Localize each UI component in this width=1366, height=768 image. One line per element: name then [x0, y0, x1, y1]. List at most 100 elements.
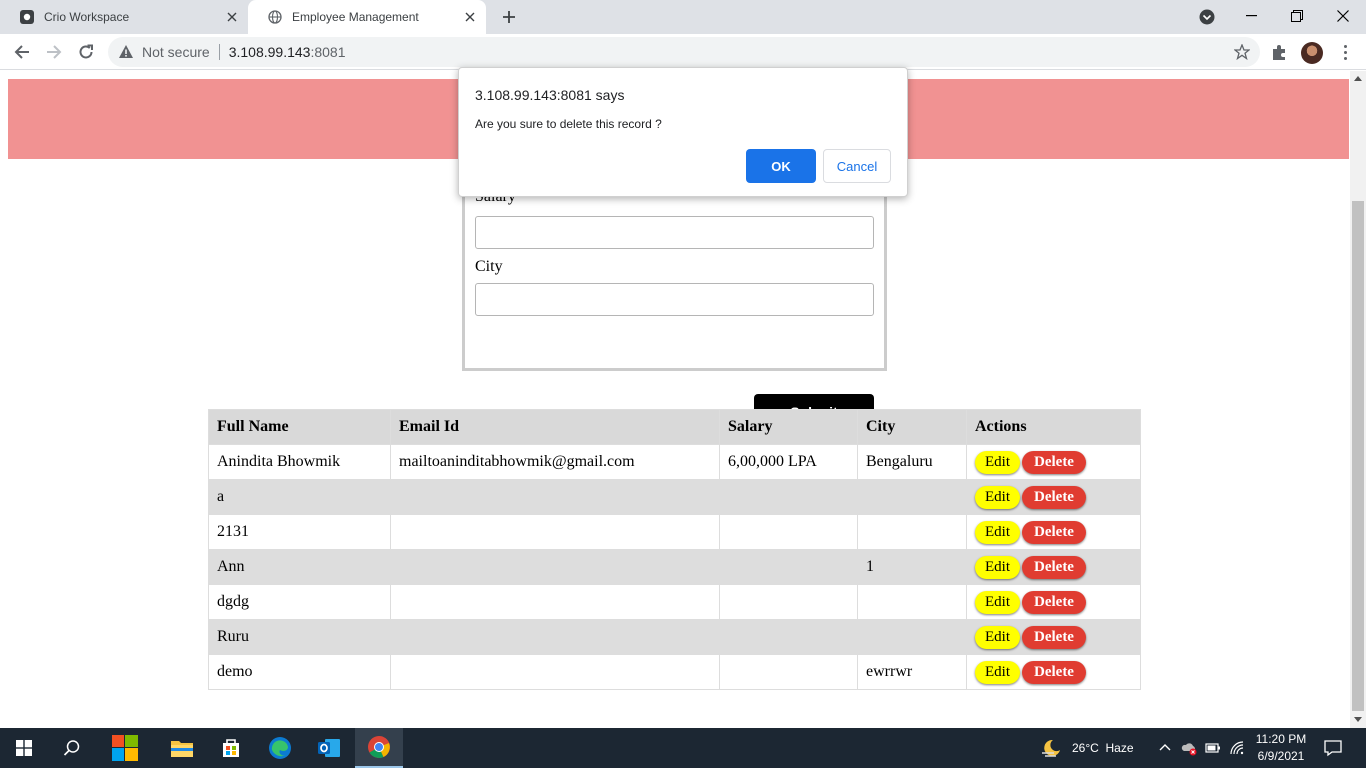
scrollbar-thumb[interactable] [1352, 201, 1364, 711]
table-cell [390, 479, 720, 515]
windows-taskbar: 26°C Haze 11:20 PM 6/9/2021 [0, 728, 1366, 768]
scroll-up-arrow-icon[interactable] [1354, 76, 1362, 81]
start-button[interactable] [0, 728, 48, 768]
table-cell [719, 549, 858, 585]
table-cell: dgdg [208, 584, 391, 620]
profile-avatar[interactable] [1301, 42, 1323, 64]
page-scrollbar[interactable] [1350, 71, 1366, 728]
column-header: Actions [966, 409, 1141, 445]
table-row: Ruru Edit Delete [208, 619, 1141, 655]
table-cell [857, 619, 967, 655]
cancel-button[interactable]: Cancel [823, 149, 891, 183]
edit-button[interactable]: Edit [975, 555, 1020, 579]
notification-center-icon[interactable] [1324, 739, 1342, 757]
tab-label: Employee Management [292, 10, 419, 24]
globe-icon [268, 10, 282, 24]
chevron-up-icon[interactable] [1157, 740, 1173, 756]
table-row: Ann 1 Edit Delete [208, 549, 1141, 585]
reload-button[interactable] [72, 38, 100, 66]
table-cell: Anindita Bhowmik [208, 444, 391, 480]
edge-browser-icon[interactable] [256, 728, 304, 768]
edit-button[interactable]: Edit [975, 590, 1020, 614]
search-icon[interactable] [48, 728, 96, 768]
table-header-row: Full Name Email Id Salary City Actions [208, 409, 1141, 445]
onedrive-error-icon[interactable] [1181, 740, 1197, 756]
store-icon[interactable] [207, 728, 255, 768]
warning-icon[interactable] [118, 44, 134, 60]
column-header: Salary [719, 409, 858, 445]
table-row: Anindita Bhowmik mailtoaninditabhowmik@gm… [208, 444, 1141, 480]
actions-cell: Edit Delete [966, 479, 1141, 515]
delete-button[interactable]: Delete [1022, 485, 1086, 509]
tab-crio-workspace[interactable]: Crio Workspace [0, 0, 248, 34]
table-row: demo ewrrwr Edit Delete [208, 654, 1141, 690]
delete-button[interactable]: Delete [1022, 555, 1086, 579]
table-cell [719, 654, 858, 690]
clock-time: 11:20 PM [1255, 732, 1307, 746]
table-cell [390, 619, 720, 655]
close-icon[interactable] [222, 7, 242, 27]
battery-icon[interactable] [1205, 740, 1221, 756]
edit-button[interactable]: Edit [975, 485, 1020, 509]
chrome-icon[interactable] [355, 728, 403, 768]
table-cell: Bengaluru [857, 444, 967, 480]
table-cell: ewrrwr [857, 654, 967, 690]
ok-button[interactable]: OK [746, 149, 816, 183]
new-tab-button[interactable] [498, 6, 520, 28]
table-cell [390, 514, 720, 550]
back-button[interactable] [8, 38, 36, 66]
table-cell [719, 584, 858, 620]
weather-widget[interactable]: 26°C Haze [1040, 728, 1134, 768]
city-input[interactable] [475, 283, 874, 316]
tab-employee-management[interactable]: Employee Management [248, 0, 486, 34]
delete-button[interactable]: Delete [1022, 660, 1086, 684]
forward-button[interactable] [40, 38, 68, 66]
table-row: dgdg Edit Delete [208, 584, 1141, 620]
city-label: City [475, 258, 503, 275]
restore-button[interactable] [1274, 0, 1320, 32]
taskbar-clock[interactable]: 11:20 PM 6/9/2021 [1250, 731, 1312, 765]
close-icon[interactable] [460, 7, 480, 27]
edit-button[interactable]: Edit [975, 660, 1020, 684]
bookmark-star-icon[interactable] [1234, 44, 1250, 60]
employee-table: Full Name Email Id Salary City Actions A… [208, 409, 1141, 690]
menu-kebab-icon[interactable] [1336, 43, 1354, 61]
edit-button[interactable]: Edit [975, 625, 1020, 649]
delete-button[interactable]: Delete [1022, 520, 1086, 544]
browser-toolbar: Not secure 3.108.99.143:8081 [0, 34, 1366, 70]
edit-button[interactable]: Edit [975, 450, 1020, 474]
weather-text: 26°C Haze [1072, 741, 1134, 755]
colorful-app-icon[interactable] [101, 728, 149, 768]
edit-button[interactable]: Edit [975, 520, 1020, 544]
actions-cell: Edit Delete [966, 584, 1141, 620]
security-label[interactable]: Not secure [142, 44, 210, 60]
extensions-puzzle-icon[interactable] [1270, 44, 1288, 62]
crio-favicon-icon [20, 10, 34, 24]
outlook-icon[interactable] [305, 728, 353, 768]
table-cell [390, 654, 720, 690]
confirm-dialog: 3.108.99.143:8081 says Are you sure to d… [458, 67, 908, 197]
actions-cell: Edit Delete [966, 654, 1141, 690]
scroll-down-arrow-icon[interactable] [1354, 717, 1362, 722]
salary-input[interactable] [475, 216, 874, 249]
tab-search-icon[interactable] [1198, 8, 1216, 26]
column-header: City [857, 409, 967, 445]
address-bar[interactable]: Not secure 3.108.99.143:8081 [108, 37, 1260, 67]
url-host: 3.108.99.143 [228, 44, 311, 60]
actions-cell: Edit Delete [966, 444, 1141, 480]
delete-button[interactable]: Delete [1022, 450, 1086, 474]
clock-date: 6/9/2021 [1257, 749, 1305, 763]
close-window-button[interactable] [1320, 0, 1366, 32]
table-cell: mailtoaninditabhowmik@gmail.com [390, 444, 720, 480]
file-explorer-icon[interactable] [158, 728, 206, 768]
wifi-icon[interactable] [1229, 740, 1245, 756]
delete-button[interactable]: Delete [1022, 625, 1086, 649]
delete-button[interactable]: Delete [1022, 590, 1086, 614]
minimize-button[interactable] [1228, 0, 1274, 32]
table-cell: 6,00,000 LPA [719, 444, 858, 480]
table-cell [857, 514, 967, 550]
dialog-title: 3.108.99.143:8081 says [475, 87, 625, 103]
dialog-message: Are you sure to delete this record ? [475, 117, 662, 131]
table-cell [719, 619, 858, 655]
tab-strip: Crio Workspace Employee Management [0, 0, 1366, 34]
